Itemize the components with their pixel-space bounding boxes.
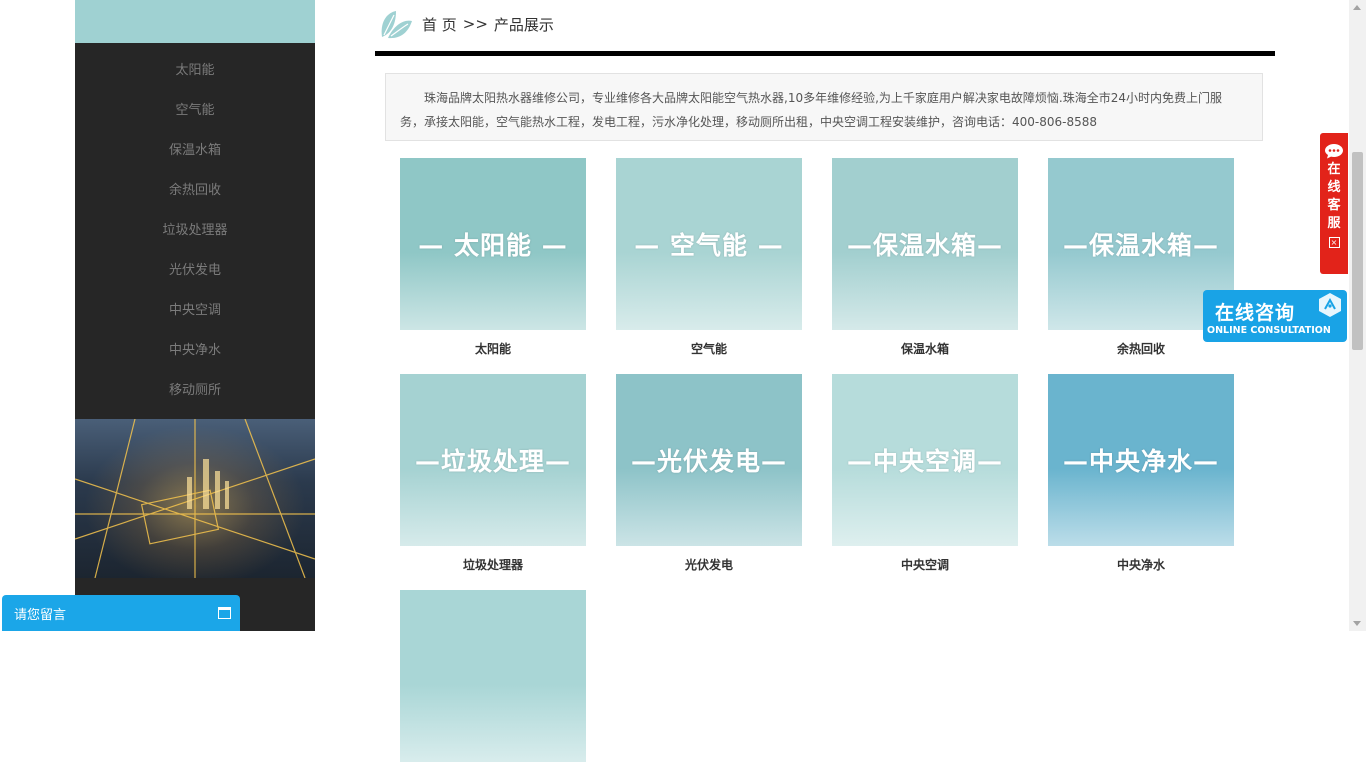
chat-bubble-icon <box>1325 144 1343 159</box>
product-overlay-title: — 太阳能 — <box>418 231 568 260</box>
page-scrollbar[interactable] <box>1349 0 1366 631</box>
product-overlay-title: —光伏发电— <box>630 447 787 476</box>
sidebar-item-garbage-disposer[interactable]: 垃圾处理器 <box>75 211 315 251</box>
consult-badge-icon <box>1319 293 1341 317</box>
sidebar-item-heat-recovery[interactable]: 余热回收 <box>75 171 315 211</box>
header-divider <box>375 51 1275 56</box>
product-overlay-title: —保温水箱— <box>846 231 1003 260</box>
product-card-mobile-toilet[interactable] <box>400 590 586 762</box>
product-thumbnail[interactable] <box>400 590 586 762</box>
company-intro: 珠海品牌太阳热水器维修公司，专业维修各大品牌太阳能空气热水器,10多年维修经验,… <box>385 73 1263 141</box>
consult-title: 在线咨询 <box>1215 302 1296 324</box>
product-card-garbage-disposer[interactable]: —垃圾处理— 垃圾处理器 <box>400 374 586 573</box>
product-card-central-ac[interactable]: —中央空调— 中央空调 <box>832 374 1018 573</box>
sidebar-menu: 太阳能 空气能 保温水箱 余热回收 垃圾处理器 光伏发电 中央空调 中央净水 移… <box>75 43 315 411</box>
scroll-down-arrow-icon[interactable] <box>1353 621 1361 626</box>
breadcrumb: 首 页 >> 产品展示 <box>378 8 560 40</box>
sidebar-item-central-ac[interactable]: 中央空调 <box>75 291 315 331</box>
product-caption[interactable]: 太阳能 <box>400 340 586 357</box>
product-caption[interactable]: 余热回收 <box>1048 340 1234 357</box>
product-thumbnail[interactable]: — 太阳能 — <box>400 158 586 330</box>
product-overlay-title: —垃圾处理— <box>414 447 571 476</box>
city-lights-graphic <box>75 419 315 578</box>
breadcrumb-home-link[interactable]: 首 页 <box>422 14 457 35</box>
online-service-tab[interactable]: 在线客服 × <box>1320 133 1348 274</box>
product-caption[interactable]: 光伏发电 <box>616 556 802 573</box>
window-maximize-icon[interactable] <box>218 607 231 619</box>
product-caption[interactable]: 空气能 <box>616 340 802 357</box>
online-service-label[interactable]: 在线客服 <box>1327 161 1341 233</box>
product-thumbnail[interactable]: —光伏发电— <box>616 374 802 546</box>
product-thumbnail[interactable]: —保温水箱— <box>832 158 1018 330</box>
leave-message-label[interactable]: 请您留言 <box>14 604 66 623</box>
product-card-insulated-tank[interactable]: —保温水箱— 保温水箱 <box>832 158 1018 357</box>
city-night-image <box>75 419 315 578</box>
product-card-solar[interactable]: — 太阳能 — 太阳能 <box>400 158 586 357</box>
sidebar-item-air-energy[interactable]: 空气能 <box>75 91 315 131</box>
sidebar-item-insulated-tank[interactable]: 保温水箱 <box>75 131 315 171</box>
product-overlay-title: —保温水箱— <box>1062 231 1219 260</box>
online-consultation-button[interactable]: 在线咨询 ONLINE CONSULTATION <box>1203 290 1347 342</box>
leave-message-bar[interactable]: 请您留言 <box>2 595 240 631</box>
product-thumbnail[interactable]: —中央空调— <box>832 374 1018 546</box>
breadcrumb-current: 产品展示 <box>493 15 554 34</box>
product-overlay-title: — 空气能 — <box>634 231 784 260</box>
left-sidebar: 太阳能 空气能 保温水箱 余热回收 垃圾处理器 光伏发电 中央空调 中央净水 移… <box>75 0 315 631</box>
product-caption[interactable]: 中央空调 <box>832 556 1018 573</box>
sidebar-item-photovoltaic[interactable]: 光伏发电 <box>75 251 315 291</box>
product-card-water-purification[interactable]: —中央净水— 中央净水 <box>1048 374 1234 573</box>
product-thumbnail[interactable]: — 空气能 — <box>616 158 802 330</box>
product-card-photovoltaic[interactable]: —光伏发电— 光伏发电 <box>616 374 802 573</box>
sidebar-header-band <box>75 0 315 43</box>
product-caption[interactable]: 中央净水 <box>1048 556 1234 573</box>
leaf-logo-icon <box>381 11 412 39</box>
sidebar-item-water-purification[interactable]: 中央净水 <box>75 331 315 371</box>
product-overlay-title: —中央空调— <box>846 447 1003 476</box>
sidebar-item-mobile-toilet[interactable]: 移动厕所 <box>75 371 315 411</box>
product-caption[interactable]: 保温水箱 <box>832 340 1018 357</box>
scroll-up-arrow-icon[interactable] <box>1353 5 1361 10</box>
product-caption[interactable]: 垃圾处理器 <box>400 556 586 573</box>
product-overlay-title: —中央净水— <box>1062 447 1219 476</box>
product-thumbnail[interactable]: —中央净水— <box>1048 374 1234 546</box>
product-card-air-energy[interactable]: — 空气能 — 空气能 <box>616 158 802 357</box>
scrollbar-thumb[interactable] <box>1352 152 1363 350</box>
product-thumbnail[interactable]: —垃圾处理— <box>400 374 586 546</box>
close-icon[interactable]: × <box>1328 237 1340 248</box>
consult-subtitle: ONLINE CONSULTATION <box>1207 325 1331 336</box>
sidebar-item-solar[interactable]: 太阳能 <box>75 51 315 91</box>
breadcrumb-separator: >> <box>462 15 488 33</box>
